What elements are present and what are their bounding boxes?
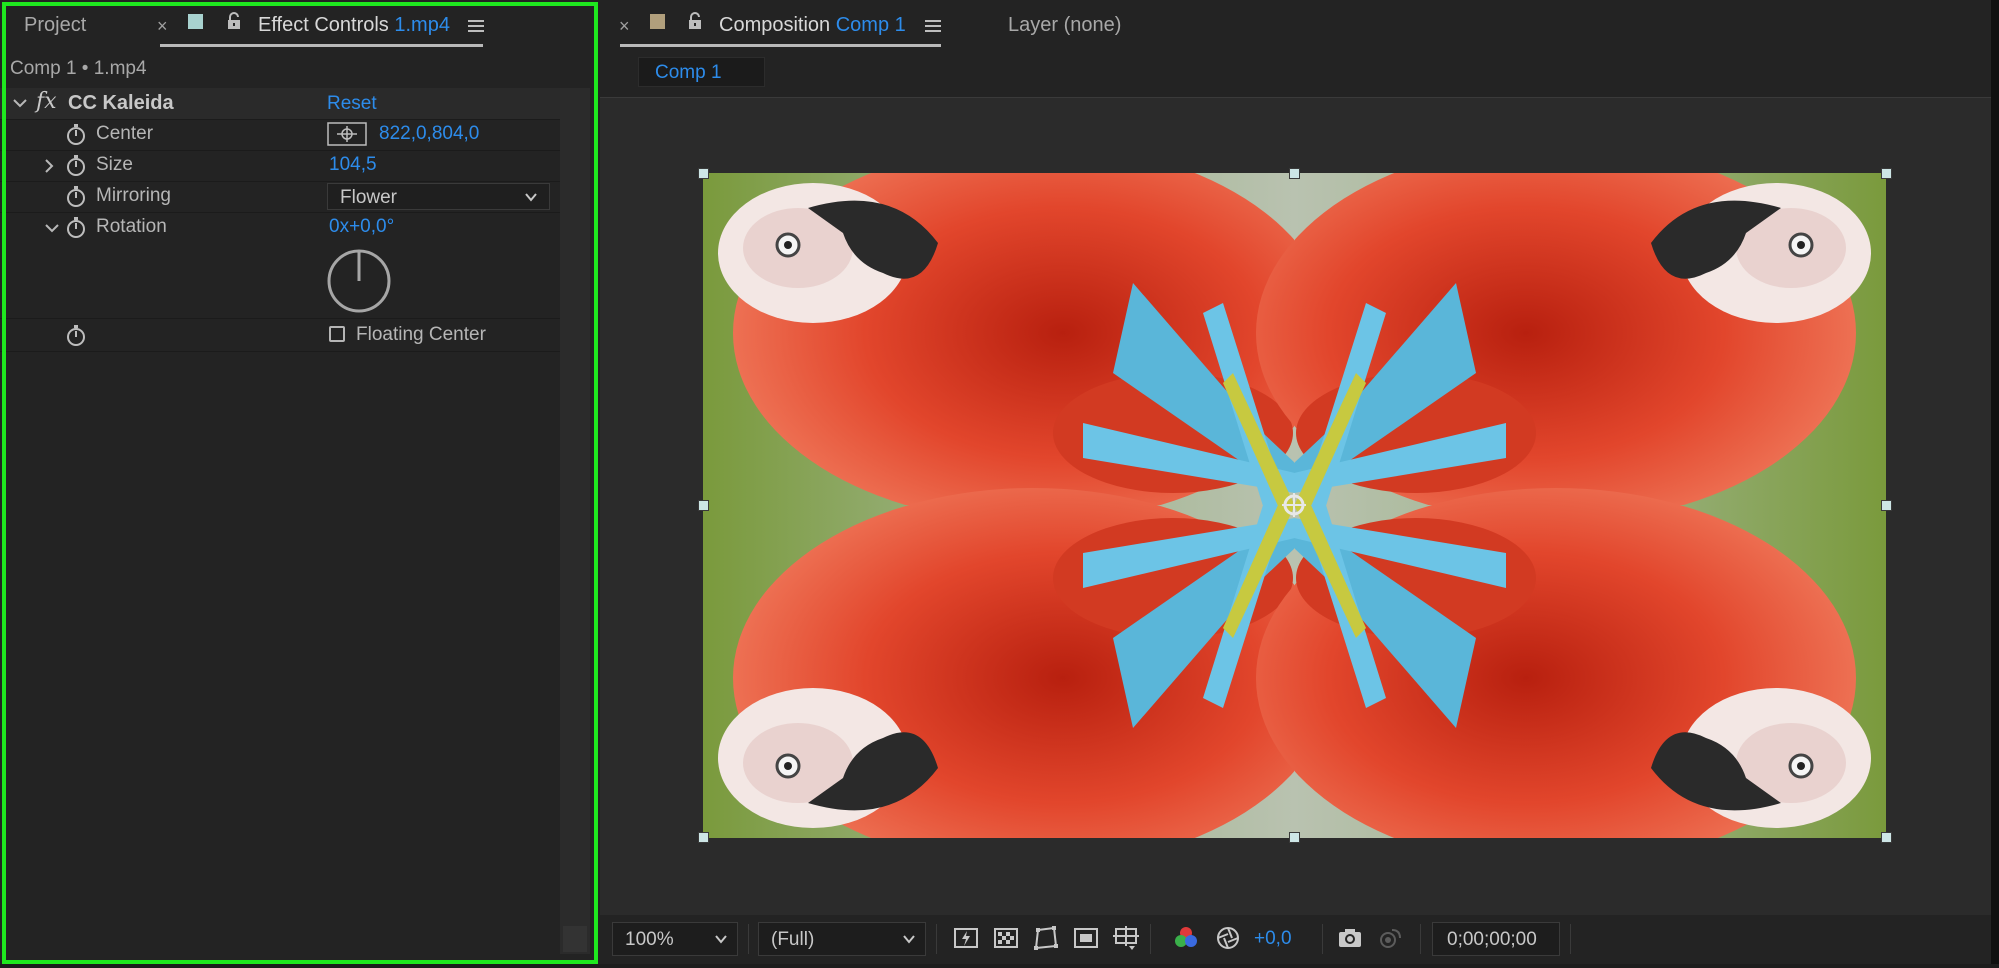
tab-project[interactable]: Project <box>24 14 86 37</box>
transform-handle[interactable] <box>698 832 709 843</box>
property-row-mirroring: Mirroring Flower <box>0 181 560 213</box>
property-row-size: Size 104,5 <box>0 150 560 182</box>
effect-controls-breadcrumb: Comp 1 • 1.mp4 <box>10 58 147 79</box>
panel-menu-icon[interactable] <box>925 20 941 32</box>
mirroring-label: Mirroring <box>96 185 171 206</box>
resolution-value: (Full) <box>771 929 815 950</box>
property-row-floating-center: Floating Center <box>0 318 560 352</box>
transparency-grid-icon[interactable] <box>992 924 1020 952</box>
toolbar-separator <box>1420 924 1421 954</box>
current-time-display[interactable]: 0;00;00;00 <box>1432 922 1560 956</box>
scrollbar-corner <box>563 926 587 952</box>
floating-center-label: Floating Center <box>356 324 486 345</box>
stopwatch-icon[interactable] <box>66 216 86 238</box>
transform-handle[interactable] <box>1881 832 1892 843</box>
grid-guides-icon[interactable] <box>1112 924 1140 952</box>
comp-chip-label: Comp 1 <box>655 62 722 83</box>
fast-preview-icon[interactable] <box>952 924 980 952</box>
region-of-interest-icon[interactable] <box>1072 924 1100 952</box>
stopwatch-icon[interactable] <box>66 185 86 207</box>
rotation-value[interactable]: 0x+0,0° <box>329 216 394 238</box>
tab-effect-controls-file: 1.mp4 <box>394 14 450 36</box>
effect-header-row[interactable]: fx CC Kaleida Reset <box>0 88 560 120</box>
close-icon[interactable]: × <box>619 16 630 37</box>
snapshot-camera-icon[interactable] <box>1336 924 1364 952</box>
tab-layer[interactable]: Layer (none) <box>1008 14 1121 37</box>
chevron-right-icon[interactable] <box>44 159 54 173</box>
label-color-icon[interactable] <box>650 14 665 29</box>
center-label: Center <box>96 123 154 144</box>
transform-handle[interactable] <box>698 500 709 511</box>
kaleidoscope-image <box>703 173 1886 838</box>
exposure-value[interactable]: +0,0 <box>1254 928 1292 950</box>
left-tab-bar: Project × Effect Controls 1.mp4 <box>0 0 598 52</box>
toolbar-separator <box>748 924 749 954</box>
floating-center-checkbox[interactable] <box>329 326 345 342</box>
stopwatch-icon[interactable] <box>66 154 86 176</box>
toolbar-separator <box>1570 924 1571 954</box>
panel-scrollbar[interactable] <box>560 88 590 954</box>
size-label: Size <box>96 154 133 175</box>
tab-composition[interactable]: Composition Comp 1 <box>719 14 906 37</box>
transform-handle[interactable] <box>1289 832 1300 843</box>
transform-handle[interactable] <box>1881 168 1892 179</box>
transform-handle[interactable] <box>1289 168 1300 179</box>
panel-menu-icon[interactable] <box>468 20 484 32</box>
toolbar-separator <box>1150 924 1151 954</box>
reset-link[interactable]: Reset <box>327 93 377 115</box>
lock-icon[interactable] <box>225 12 243 30</box>
stopwatch-icon[interactable] <box>66 123 86 145</box>
tab-composition-name: Comp 1 <box>835 14 906 36</box>
tab-composition-label: Composition <box>719 14 831 36</box>
chevron-down-icon <box>903 935 915 944</box>
rotation-dial[interactable] <box>326 248 392 314</box>
effect-name: CC Kaleida <box>68 92 174 114</box>
fx-icon[interactable]: fx <box>36 89 57 114</box>
resolution-dropdown[interactable]: (Full) <box>758 922 926 956</box>
stopwatch-icon[interactable] <box>66 324 86 346</box>
mirroring-value: Flower <box>340 187 398 208</box>
active-tab-underline <box>620 44 941 47</box>
transform-handle[interactable] <box>1881 500 1892 511</box>
tab-effect-controls-label: Effect Controls <box>258 14 389 36</box>
property-row-rotation: Rotation 0x+0,0° <box>0 212 560 319</box>
mask-path-icon[interactable] <box>1032 924 1060 952</box>
magnification-dropdown[interactable]: 100% <box>612 922 738 956</box>
comp-navigator-chip[interactable]: Comp 1 <box>638 57 765 87</box>
exposure-icon[interactable] <box>1214 924 1242 952</box>
tab-effect-controls[interactable]: Effect Controls 1.mp4 <box>258 14 450 37</box>
property-row-center: Center 822,0,804,0 <box>0 119 560 151</box>
size-value[interactable]: 104,5 <box>329 154 377 176</box>
effect-controls-panel: Project × Effect Controls 1.mp4 Comp 1 •… <box>0 0 598 964</box>
chevron-down-icon <box>525 193 537 202</box>
composition-canvas[interactable] <box>703 173 1886 838</box>
center-value[interactable]: 822,0,804,0 <box>379 123 479 145</box>
rotation-label: Rotation <box>96 216 167 237</box>
lock-icon[interactable] <box>686 12 704 30</box>
chevron-down-icon[interactable] <box>45 223 59 233</box>
mirroring-dropdown[interactable]: Flower <box>327 183 550 210</box>
chevron-down-icon[interactable] <box>13 98 27 108</box>
color-channels-icon[interactable] <box>1172 924 1200 952</box>
timecode-value: 0;00;00;00 <box>1447 929 1537 950</box>
close-icon[interactable]: × <box>157 16 168 37</box>
magnification-value: 100% <box>625 929 674 950</box>
show-snapshot-icon[interactable] <box>1376 924 1404 952</box>
toolbar-separator <box>1322 924 1323 954</box>
position-target-icon[interactable] <box>327 122 367 146</box>
toolbar-separator <box>936 924 937 954</box>
chevron-down-icon <box>715 935 727 944</box>
window-edge <box>1991 0 1999 964</box>
active-tab-underline <box>160 44 483 47</box>
transform-handle[interactable] <box>698 168 709 179</box>
label-color-icon[interactable] <box>188 14 203 29</box>
